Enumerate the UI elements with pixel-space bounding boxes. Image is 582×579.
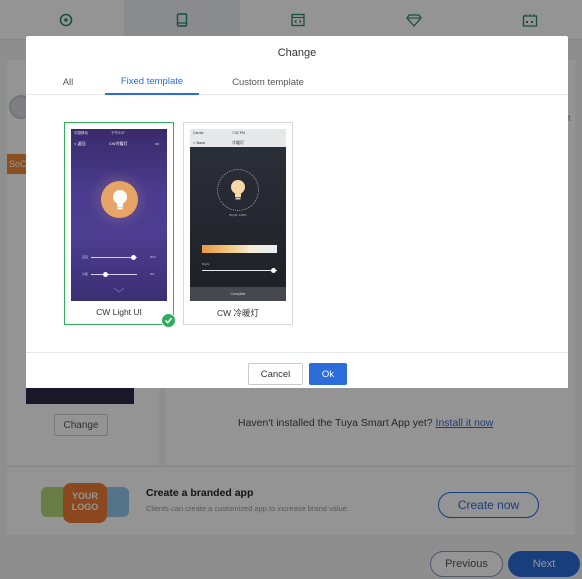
preview-carrier: 中国移动 [74,131,88,135]
template-name: CW 冷暖灯 [216,308,260,318]
template-preview-1: 中国移动 下午3:07 < 返回 CW冷暖灯 ••• 亮度 80% 冷暖 0% [71,129,167,301]
lightbulb-icon [112,189,127,209]
bulb-display [223,175,253,205]
brightness-slider [202,268,277,273]
template-tabs: All Fixed template Custom template [26,70,568,95]
preview-back: < Back [193,140,206,145]
slider-knob [131,255,136,260]
preview-nav-bar: < Back 冷暖灯 [190,137,286,147]
slider1-value: 80% [150,255,157,259]
preview-carrier: Carrier [193,131,204,135]
modal-footer: Cancel Ok [26,352,568,388]
tab-all[interactable]: All [56,70,80,95]
template-card-cw-cool-warm[interactable]: Carrier 7:52 PM < Back 冷暖灯 Bright: 100% … [183,122,293,325]
slider2-value: 0% [150,272,155,276]
bulb-button [101,181,138,218]
checkmark-icon [164,317,173,324]
preview-title: 冷暖灯 [232,140,244,145]
tab-fixed-template[interactable]: Fixed template [105,70,199,95]
template-card-cw-light-ui[interactable]: 中国移动 下午3:07 < 返回 CW冷暖灯 ••• 亮度 80% 冷暖 0% … [64,122,174,325]
chevron-down-icon [113,287,125,293]
bright-label: Bright [202,262,210,266]
cancel-button[interactable]: Cancel [248,363,303,385]
slider-knob [271,268,276,273]
preview-more-icon: ••• [155,141,160,146]
lightbulb-icon [231,180,245,200]
preview-back: < 返回 [74,141,86,146]
selected-check-icon [161,313,176,328]
template-name: CW Light UI [96,307,142,317]
slider1-label: 亮度 [82,255,89,259]
slider2-label: 冷暖 [82,272,89,276]
temperature-slider [91,272,137,277]
brightness-readout: Bright: 100% [229,213,247,217]
slider-knob [103,272,108,277]
preview-complete-bar: Complete [190,287,286,301]
preview-time: 下午3:07 [111,131,125,135]
tab-custom-template[interactable]: Custom template [222,70,314,95]
preview-nav-bar: < 返回 CW冷暖灯 ••• [71,138,167,148]
template-preview-2: Carrier 7:52 PM < Back 冷暖灯 Bright: 100% … [190,129,286,301]
preview-status-bar: 中国移动 下午3:07 [71,129,167,137]
color-temperature-bar [202,245,277,253]
preview-title: CW冷暖灯 [109,141,128,146]
modal-title: Change [277,47,317,59]
ok-button[interactable]: Ok [309,363,347,385]
brightness-slider [91,255,137,260]
preview-time: 7:52 PM [232,131,246,135]
preview-status-bar: Carrier 7:52 PM [190,129,286,137]
